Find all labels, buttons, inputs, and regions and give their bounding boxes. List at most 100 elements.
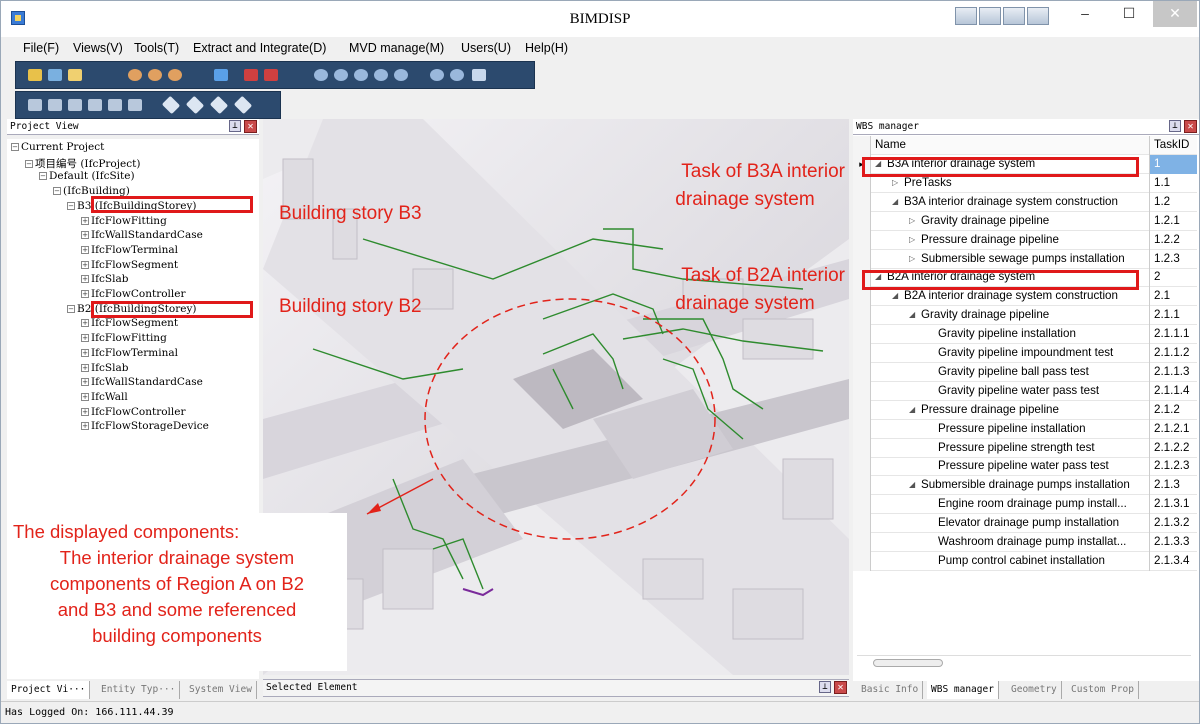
- collapse-icon[interactable]: −: [25, 159, 33, 168]
- rotate-icon[interactable]: [209, 95, 229, 115]
- layout-button[interactable]: [979, 7, 1001, 25]
- expand-arrow-icon[interactable]: ▷: [909, 231, 915, 249]
- close-icon[interactable]: ✕: [1184, 120, 1197, 133]
- wbs-row[interactable]: Pressure pipeline strength test 2.1.2.2: [853, 438, 1197, 458]
- tree-node[interactable]: + IfcFlowStorageDevice: [81, 420, 209, 432]
- user-icon[interactable]: [168, 69, 182, 81]
- rotate-icon[interactable]: [233, 95, 253, 115]
- tab-basic-info[interactable]: Basic Info: [857, 681, 924, 699]
- tree-node[interactable]: − 项目编号 (IfcProject): [25, 156, 140, 171]
- wbs-row[interactable]: Elevator drainage pump installation 2.1.3…: [853, 514, 1197, 534]
- view-cube-icon[interactable]: [88, 99, 102, 111]
- view-cube-icon[interactable]: [128, 99, 142, 111]
- collapse-arrow-icon[interactable]: ◢: [909, 476, 915, 494]
- tree-node[interactable]: + IfcFlowSegment: [81, 259, 178, 271]
- expand-icon[interactable]: +: [81, 245, 89, 254]
- tree-node[interactable]: + IfcFlowTerminal: [81, 244, 178, 256]
- tree-node[interactable]: + IfcFlowController: [81, 406, 186, 418]
- row-header[interactable]: [853, 381, 871, 401]
- rotate-icon[interactable]: [185, 95, 205, 115]
- menu-users[interactable]: Users(U): [461, 41, 511, 55]
- view-cube-icon[interactable]: [28, 99, 42, 111]
- pick-icon[interactable]: [472, 69, 486, 81]
- row-header[interactable]: [853, 249, 871, 269]
- tab-wbs-manager[interactable]: WBS manager: [927, 681, 999, 699]
- row-header[interactable]: [853, 533, 871, 552]
- zoom-in-icon[interactable]: [430, 69, 444, 81]
- pin-icon[interactable]: ⟂: [819, 681, 831, 693]
- expand-icon[interactable]: +: [81, 231, 89, 240]
- collapse-icon[interactable]: −: [11, 143, 19, 151]
- zoom-out-icon[interactable]: [450, 69, 464, 81]
- row-header[interactable]: [853, 362, 871, 382]
- row-header[interactable]: [853, 211, 871, 231]
- wbs-row[interactable]: Gravity pipeline impoundment test 2.1.1.2: [853, 344, 1197, 363]
- expand-icon[interactable]: +: [81, 407, 89, 416]
- zoom-icon[interactable]: [314, 69, 328, 81]
- wbs-row[interactable]: ◢ B2A interior drainage system constructi…: [853, 287, 1197, 307]
- horizontal-scrollbar[interactable]: [857, 655, 1191, 669]
- tab-custom-prop[interactable]: Custom Prop: [1067, 681, 1139, 699]
- wbs-row[interactable]: Gravity pipeline installation 2.1.1.1: [853, 325, 1197, 345]
- zoom-icon[interactable]: [334, 69, 348, 81]
- row-header[interactable]: [853, 476, 871, 496]
- wbs-row[interactable]: ◢ Gravity drainage pipeline 2.1.1: [853, 306, 1197, 326]
- tree-node[interactable]: + IfcSlab: [81, 362, 128, 374]
- layout-button[interactable]: [1003, 7, 1025, 25]
- tree-node[interactable]: + IfcSlab: [81, 273, 128, 285]
- row-header[interactable]: [853, 192, 871, 212]
- layout-button[interactable]: [1027, 7, 1049, 25]
- row-header[interactable]: [853, 514, 871, 534]
- tree-node[interactable]: − Current Project: [11, 141, 104, 153]
- tool-icon[interactable]: [244, 69, 258, 81]
- menu-extract-integrate[interactable]: Extract and Integrate(D): [193, 41, 326, 55]
- expand-icon[interactable]: +: [81, 422, 89, 431]
- wbs-row[interactable]: ▷ Pressure drainage pipeline 1.2.2: [853, 230, 1197, 250]
- folder-icon[interactable]: [68, 69, 82, 81]
- minimize-button[interactable]: ‒: [1063, 1, 1107, 27]
- tool-icon[interactable]: [264, 69, 278, 81]
- row-header[interactable]: [853, 438, 871, 458]
- open-folder-icon[interactable]: [28, 69, 42, 81]
- tree-node[interactable]: + IfcFlowController: [81, 288, 186, 300]
- expand-icon[interactable]: +: [81, 378, 89, 387]
- tab-project-view[interactable]: Project Vi···: [7, 681, 91, 699]
- row-header[interactable]: [853, 495, 871, 515]
- row-header[interactable]: [853, 344, 871, 363]
- collapse-arrow-icon[interactable]: ◢: [909, 401, 915, 419]
- wbs-row[interactable]: Engine room drainage pump install... 2.1.…: [853, 495, 1197, 515]
- collapse-icon[interactable]: −: [39, 172, 47, 181]
- rotate-icon[interactable]: [161, 95, 181, 115]
- row-header[interactable]: [853, 230, 871, 250]
- zoom-icon[interactable]: [354, 69, 368, 81]
- view-cube-icon[interactable]: [108, 99, 122, 111]
- expand-icon[interactable]: +: [81, 260, 89, 269]
- user-icon[interactable]: [148, 69, 162, 81]
- zoom-icon[interactable]: [374, 69, 388, 81]
- tree-node[interactable]: + IfcWallStandardCase: [81, 229, 203, 241]
- collapse-arrow-icon[interactable]: ◢: [892, 193, 898, 211]
- expand-icon[interactable]: +: [81, 275, 89, 284]
- tree-node[interactable]: − Default (IfcSite): [39, 170, 135, 182]
- collapse-icon[interactable]: −: [67, 201, 75, 210]
- layout-button[interactable]: [955, 7, 977, 25]
- row-header[interactable]: [853, 306, 871, 326]
- expand-icon[interactable]: +: [81, 290, 89, 298]
- row-header[interactable]: [853, 457, 871, 477]
- tab-geometry[interactable]: Geometry: [1007, 681, 1062, 699]
- tree-node[interactable]: + IfcFlowFitting: [81, 215, 167, 227]
- expand-icon[interactable]: +: [81, 216, 89, 225]
- row-header[interactable]: [853, 551, 871, 571]
- expand-icon[interactable]: +: [81, 348, 89, 357]
- expand-icon[interactable]: +: [81, 319, 89, 328]
- maximize-button[interactable]: ☐: [1107, 1, 1151, 27]
- close-icon[interactable]: ✕: [834, 681, 847, 694]
- wbs-row[interactable]: Washroom drainage pump installat... 2.1.3…: [853, 533, 1197, 552]
- wbs-row[interactable]: Gravity pipeline ball pass test 2.1.1.3: [853, 362, 1197, 382]
- close-icon[interactable]: ✕: [244, 120, 257, 133]
- expand-icon[interactable]: +: [81, 334, 89, 343]
- user-icon[interactable]: [128, 69, 142, 81]
- wbs-row[interactable]: Pressure pipeline installation 2.1.2.1: [853, 419, 1197, 439]
- column-header-taskid[interactable]: TaskID: [1149, 136, 1197, 155]
- tree-node[interactable]: + IfcFlowTerminal: [81, 347, 178, 359]
